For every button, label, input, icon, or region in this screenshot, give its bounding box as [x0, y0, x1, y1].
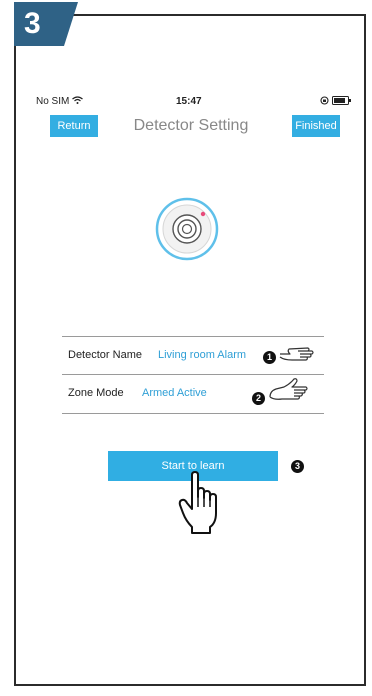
status-bar: No SIM 15:47: [36, 96, 352, 110]
zone-mode-row[interactable]: Zone Mode Armed Active 2: [62, 374, 324, 414]
detector-name-value[interactable]: Living room Alarm: [158, 349, 246, 361]
status-indicators: [320, 96, 352, 108]
detector-camera-icon: [155, 197, 219, 261]
zone-mode-label: Zone Mode: [68, 387, 124, 399]
zone-mode-value[interactable]: Armed Active: [142, 387, 207, 399]
detector-name-row[interactable]: Detector Name Living room Alarm 1: [62, 336, 324, 373]
pointing-hand-icon: [178, 471, 217, 534]
navigation-bar: Return Detector Setting Finished: [36, 115, 340, 137]
finished-button[interactable]: Finished: [292, 115, 340, 137]
wifi-icon: [72, 96, 83, 104]
pointing-hand-icon: [269, 378, 308, 400]
step-number: 3: [24, 7, 41, 40]
status-time: 15:47: [176, 96, 202, 107]
step-marker-1: 1: [263, 351, 276, 364]
orientation-lock-icon: [320, 96, 329, 105]
return-button[interactable]: Return: [50, 115, 98, 137]
step-marker-3: 3: [291, 460, 304, 473]
page-title: Detector Setting: [133, 117, 249, 134]
step-badge: 3: [14, 2, 78, 46]
step-marker-2: 2: [252, 392, 265, 405]
battery-icon: [332, 96, 351, 105]
pointing-hand-icon: [279, 347, 314, 361]
detector-name-label: Detector Name: [68, 349, 142, 361]
carrier-text: No SIM: [36, 96, 83, 107]
